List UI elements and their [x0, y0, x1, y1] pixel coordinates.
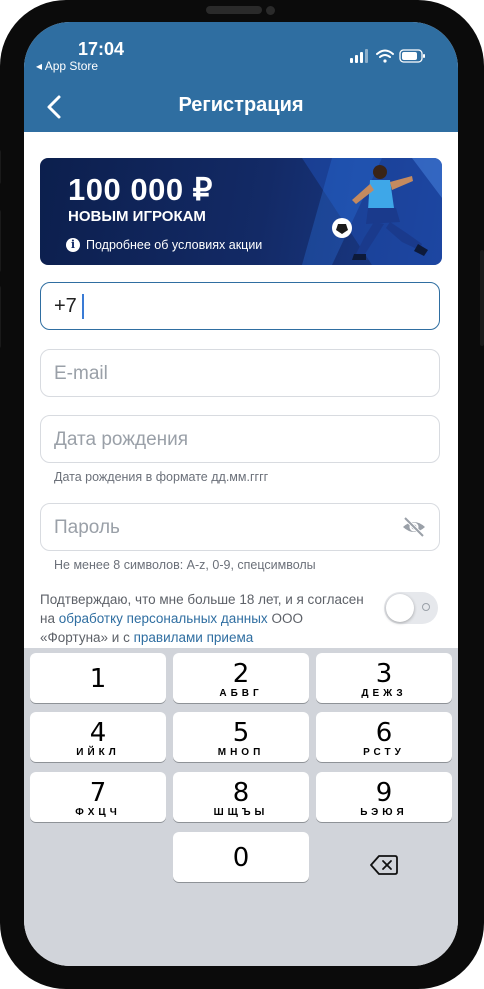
key-5[interactable]: 5 МНОП — [173, 712, 309, 762]
footballer-illustration — [302, 158, 442, 265]
password-placeholder: Пароль — [54, 517, 120, 538]
key-digit: 9 — [375, 778, 393, 808]
key-9[interactable]: 9 ЬЭЮЯ — [316, 772, 452, 822]
birthdate-hint: Дата рождения в формате дд.мм.гггг — [54, 470, 269, 484]
key-digit: 5 — [232, 718, 250, 748]
key-letters: РСТУ — [363, 747, 405, 758]
key-digit: 2 — [232, 659, 250, 689]
promo-terms-link[interactable]: Подробнее об условиях акции — [86, 238, 262, 252]
bonus-subtitle: НОВЫМ ИГРОКАМ — [68, 208, 206, 225]
key-digit: 7 — [89, 778, 107, 808]
key-1[interactable]: 1 — [30, 653, 166, 703]
phone-field[interactable]: +7 — [40, 282, 440, 330]
key-letters: МНОП — [217, 747, 265, 758]
signal-icon — [350, 49, 368, 63]
birthdate-field[interactable]: Дата рождения — [40, 415, 440, 463]
email-placeholder: E-mail — [54, 363, 108, 384]
volume-up-button — [0, 210, 1, 272]
promo-banner[interactable]: 100 000 ₽ НОВЫМ ИГРОКАМ i Подробнее об у… — [40, 158, 442, 265]
key-letters: АБВГ — [219, 688, 263, 699]
screen: 17:04 ◂ App Store Регистрация 100 000 ₽ … — [24, 22, 458, 966]
battery-icon — [399, 49, 425, 63]
key-8[interactable]: 8 ШЩЪЫ — [173, 772, 309, 822]
key-4[interactable]: 4 ИЙКЛ — [30, 712, 166, 762]
key-letters: ЬЭЮЯ — [360, 807, 408, 818]
key-letters: ФХЦЧ — [75, 807, 121, 818]
top-bar: 17:04 ◂ App Store Регистрация — [24, 22, 458, 132]
key-letters: ИЙКЛ — [76, 747, 120, 758]
birthdate-placeholder: Дата рождения — [54, 429, 189, 450]
key-6[interactable]: 6 РСТУ — [316, 712, 452, 762]
back-to-app-store[interactable]: ◂ App Store — [36, 59, 98, 73]
personal-data-link[interactable]: обработку персональных данных — [59, 611, 268, 626]
page-title: Регистрация — [178, 94, 304, 116]
earpiece-speaker — [206, 6, 262, 14]
mute-switch — [0, 150, 1, 184]
phone-value: +7 — [54, 295, 77, 317]
volume-down-button — [0, 286, 1, 348]
key-0[interactable]: 0 — [173, 832, 309, 882]
email-field[interactable]: E-mail — [40, 349, 440, 397]
status-icons — [350, 49, 425, 63]
password-hint: Не менее 8 символов: A-z, 0-9, спецсимво… — [54, 558, 316, 572]
info-icon: i — [66, 238, 80, 252]
key-digit: 8 — [232, 778, 250, 808]
front-camera — [266, 6, 275, 15]
power-button — [480, 250, 484, 346]
key-7[interactable]: 7 ФХЦЧ — [30, 772, 166, 822]
password-field[interactable]: Пароль — [40, 503, 440, 551]
key-letters: ДЕЖЗ — [361, 688, 407, 699]
key-3[interactable]: 3 ДЕЖЗ — [316, 653, 452, 703]
consent-toggle[interactable] — [384, 592, 438, 624]
backspace-icon[interactable] — [370, 854, 398, 876]
key-digit: 3 — [375, 659, 393, 689]
toggle-off-indicator — [422, 603, 430, 611]
key-2[interactable]: 2 АБВГ — [173, 653, 309, 703]
phone-frame: 17:04 ◂ App Store Регистрация 100 000 ₽ … — [0, 0, 484, 989]
consent-text: Подтверждаю, что мне больше 18 лет, и я … — [40, 590, 370, 647]
key-digit: 1 — [89, 664, 107, 694]
key-digit: 6 — [375, 718, 393, 748]
eye-off-icon[interactable] — [401, 516, 427, 538]
bonus-amount: 100 000 ₽ — [68, 172, 213, 207]
rules-link[interactable]: правилами приема — [134, 630, 254, 645]
key-digit: 4 — [89, 718, 107, 748]
key-digit: 0 — [232, 843, 250, 873]
wifi-icon — [376, 49, 394, 63]
toggle-knob — [386, 594, 414, 622]
status-time: 17:04 — [78, 39, 125, 59]
text-cursor — [82, 294, 84, 319]
key-letters: ШЩЪЫ — [213, 807, 269, 818]
